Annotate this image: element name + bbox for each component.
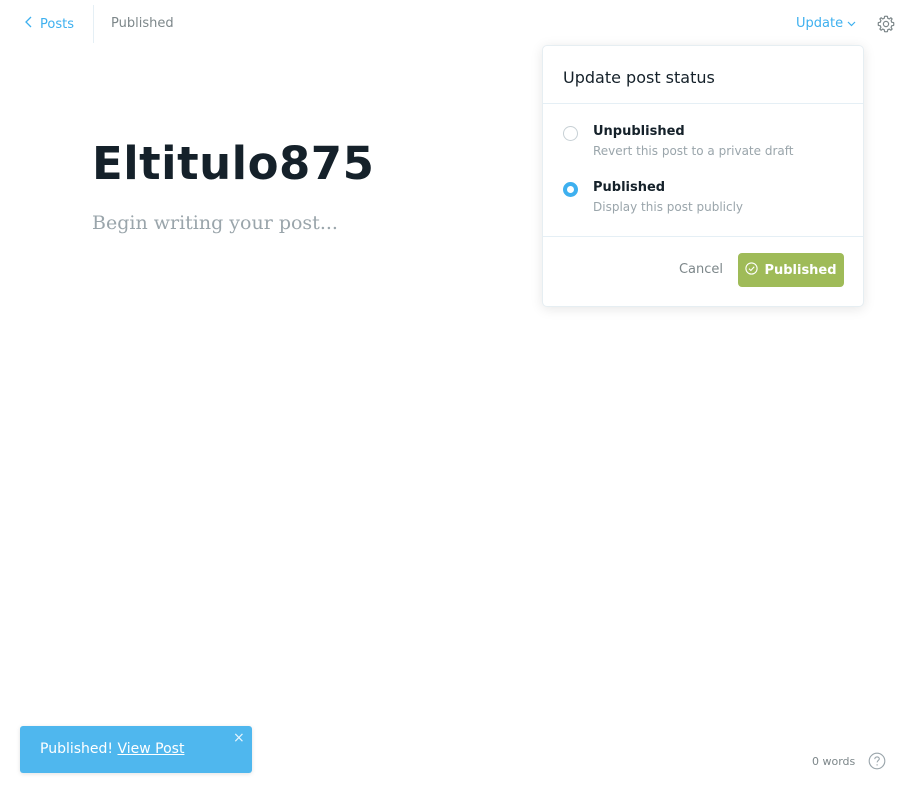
check-circle-icon bbox=[745, 261, 759, 279]
view-post-link[interactable]: View Post bbox=[117, 741, 184, 757]
option-unpublished-description: Revert this post to a private draft bbox=[593, 144, 794, 158]
toast-message-row: Published! View Post bbox=[40, 741, 184, 757]
published-toast: Published! View Post × bbox=[20, 726, 252, 773]
editor-topbar: Posts Published Update bbox=[0, 0, 909, 48]
back-to-posts-link[interactable]: Posts bbox=[24, 14, 74, 34]
update-button-label: Update bbox=[796, 16, 844, 31]
post-title-input[interactable]: Eltitulo875 bbox=[92, 135, 374, 193]
popover-divider-top bbox=[543, 103, 863, 104]
unpublished-radio[interactable] bbox=[563, 126, 578, 141]
publish-confirm-button[interactable]: Published bbox=[738, 253, 844, 287]
popover-title: Update post status bbox=[563, 68, 715, 87]
topbar-divider bbox=[93, 5, 94, 43]
word-count: 0 words bbox=[812, 755, 856, 768]
option-published-label: Published bbox=[593, 180, 666, 195]
option-unpublished[interactable]: Unpublished Revert this post to a privat… bbox=[563, 124, 843, 164]
option-published-description: Display this post publicly bbox=[593, 200, 744, 214]
toast-message: Published! bbox=[40, 741, 114, 757]
update-dropdown-button[interactable]: Update bbox=[796, 16, 856, 31]
close-icon[interactable]: × bbox=[233, 730, 245, 746]
popover-divider-bottom bbox=[543, 236, 863, 237]
published-radio[interactable] bbox=[563, 182, 578, 197]
post-status-text: Published bbox=[111, 16, 174, 31]
back-link-label: Posts bbox=[40, 16, 74, 32]
chevron-left-icon bbox=[24, 16, 34, 32]
question-circle-icon[interactable] bbox=[868, 752, 886, 770]
chevron-down-icon bbox=[847, 16, 856, 31]
gear-icon[interactable] bbox=[876, 14, 896, 34]
post-body-editor[interactable]: Begin writing your post... bbox=[92, 210, 338, 236]
option-unpublished-label: Unpublished bbox=[593, 124, 685, 139]
option-published[interactable]: Published Display this post publicly bbox=[563, 180, 843, 220]
update-status-popover: Update post status Unpublished Revert th… bbox=[542, 45, 864, 307]
cancel-button[interactable]: Cancel bbox=[671, 254, 731, 284]
publish-confirm-label: Published bbox=[764, 262, 837, 278]
